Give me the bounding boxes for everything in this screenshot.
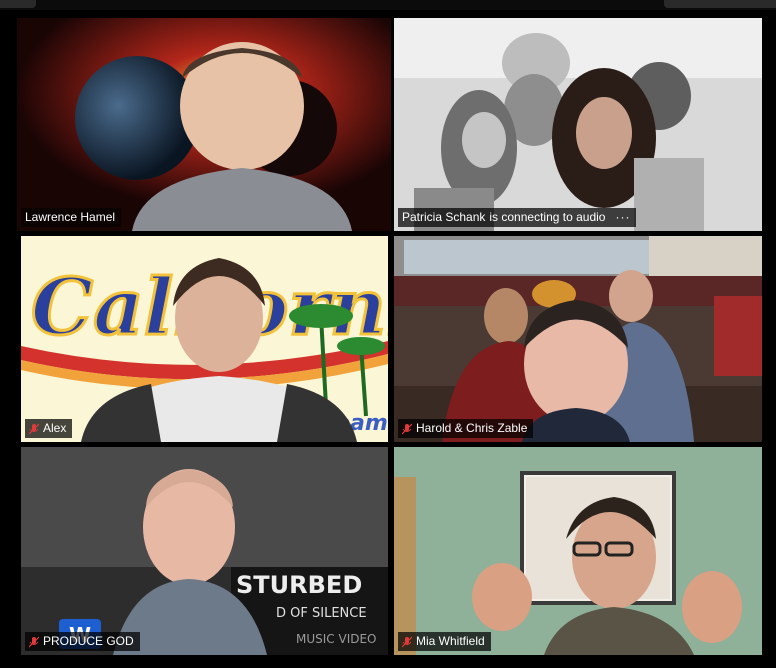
video-tile-patricia-schank[interactable]: Patricia Schank is connecting to audio ·… (394, 18, 762, 231)
background-subtitle-text: D OF SILENCE (276, 606, 367, 621)
participant-name: PRODUCE GOD (43, 634, 134, 648)
virtual-background-space (17, 18, 391, 231)
nameplate: PRODUCE GOD (25, 632, 140, 651)
nameplate: Harold & Chris Zable (398, 419, 534, 438)
view-options-button[interactable] (0, 0, 36, 8)
video-tile-produce-god[interactable]: STURBED D OF SILENCE MUSIC VIDEO W PRODU… (21, 447, 388, 655)
top-toolbar (0, 0, 776, 10)
nameplate: Patricia Schank is connecting to audio ·… (398, 208, 637, 227)
participant-name: Mia Whitfield (416, 634, 485, 648)
background-caption-text: MUSIC VIDEO (296, 632, 377, 646)
participant-name: Patricia Schank (402, 210, 486, 224)
video-tile-alex[interactable]: California Dreaming Alex (21, 236, 388, 442)
muted-mic-icon (29, 636, 39, 647)
gallery-view-button[interactable] (664, 0, 776, 8)
more-options-icon[interactable]: ··· (615, 208, 630, 227)
audio-status: is connecting to audio (489, 210, 606, 224)
participant-name: Alex (43, 421, 67, 435)
muted-mic-icon (29, 423, 39, 434)
video-tile-harold-chris-zable[interactable]: Harold & Chris Zable (394, 236, 762, 442)
virtual-background-photo (394, 18, 762, 231)
nameplate: Mia Whitfield (398, 632, 491, 651)
nameplate: Alex (25, 419, 73, 438)
muted-mic-icon (402, 636, 412, 647)
participant-name: Harold & Chris Zable (416, 421, 528, 435)
camera-feed-room (394, 447, 762, 655)
participant-name: Lawrence Hamel (25, 210, 116, 224)
virtual-background-california: California Dreaming (21, 236, 388, 442)
camera-feed-restaurant (394, 236, 762, 442)
virtual-background-music-video: STURBED D OF SILENCE MUSIC VIDEO W (21, 447, 388, 655)
muted-mic-icon (402, 423, 412, 434)
nameplate: Lawrence Hamel (21, 208, 122, 227)
background-title-text: STURBED (236, 571, 362, 599)
video-tile-lawrence-hamel[interactable]: Lawrence Hamel (17, 18, 391, 231)
video-tile-mia-whitfield[interactable]: Mia Whitfield (394, 447, 762, 655)
